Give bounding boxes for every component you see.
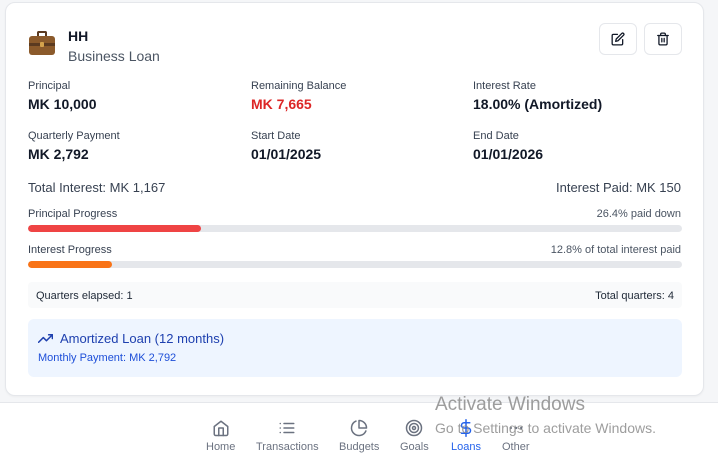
end-date-field: End Date 01/01/2026 bbox=[473, 129, 543, 162]
nav-goals[interactable]: Goals bbox=[400, 419, 429, 453]
quarterly-payment-value: MK 2,792 bbox=[28, 146, 89, 162]
principal-progress-bar bbox=[28, 225, 682, 232]
principal-progress-status: 26.4% paid down bbox=[596, 208, 681, 220]
list-icon bbox=[279, 422, 295, 434]
loan-card: HH Business Loan Principal MK 10,000 Rem… bbox=[5, 2, 704, 396]
principal-value: MK 10,000 bbox=[28, 96, 97, 112]
pie-chart-icon bbox=[350, 419, 368, 437]
interest-rate-field: Interest Rate 18.00% (Amortized) bbox=[473, 79, 602, 112]
home-icon bbox=[213, 420, 229, 437]
interest-progress-bar bbox=[28, 261, 682, 268]
remaining-balance-label: Remaining Balance bbox=[251, 80, 347, 92]
principal-progress-label: Principal Progress bbox=[28, 208, 118, 220]
edit-button[interactable] bbox=[599, 23, 637, 55]
nav-home[interactable]: Home bbox=[206, 419, 235, 453]
start-date-label: Start Date bbox=[251, 130, 301, 142]
edit-icon bbox=[611, 32, 625, 46]
total-interest: Total Interest: MK 1,167 bbox=[28, 180, 166, 195]
briefcase-icon bbox=[28, 29, 56, 57]
nav-budgets[interactable]: Budgets bbox=[339, 419, 379, 453]
interest-rate-label: Interest Rate bbox=[473, 80, 536, 92]
nav-goals-label: Goals bbox=[400, 441, 429, 453]
quarters-elapsed: Quarters elapsed: 1 bbox=[36, 290, 133, 302]
nav-transactions-label: Transactions bbox=[256, 441, 319, 453]
nav-loans[interactable]: Loans bbox=[451, 419, 481, 453]
interest-paid: Interest Paid: MK 150 bbox=[555, 180, 681, 195]
nav-home-label: Home bbox=[206, 441, 236, 453]
quarterly-payment-label: Quarterly Payment bbox=[28, 130, 120, 142]
start-date-field: Start Date 01/01/2025 bbox=[251, 129, 321, 162]
trash-icon bbox=[657, 32, 669, 46]
more-icon bbox=[509, 426, 523, 430]
amortization-title-row: Amortized Loan (12 months) bbox=[38, 331, 224, 346]
amortization-title: Amortized Loan (12 months) bbox=[60, 331, 225, 346]
interest-progress-status: 12.8% of total interest paid bbox=[550, 244, 681, 256]
remaining-balance-value: MK 7,665 bbox=[251, 96, 312, 112]
bottom-navigation: Home Transactions Budgets Goals Loans Ot… bbox=[0, 402, 718, 465]
principal-label: Principal bbox=[28, 80, 71, 92]
target-icon bbox=[406, 419, 423, 437]
loan-name: HH bbox=[68, 28, 89, 44]
loan-type: Business Loan bbox=[68, 48, 160, 64]
end-date-value: 01/01/2026 bbox=[473, 146, 544, 162]
end-date-label: End Date bbox=[473, 130, 519, 142]
nav-budgets-label: Budgets bbox=[339, 441, 380, 453]
interest-progress-fill bbox=[28, 261, 112, 268]
delete-button[interactable] bbox=[644, 23, 682, 55]
total-quarters: Total quarters: 4 bbox=[595, 290, 674, 302]
quarters-summary: Quarters elapsed: 1 Total quarters: 4 bbox=[28, 282, 682, 308]
dollar-icon bbox=[460, 419, 472, 437]
interest-rate-value: 18.00% (Amortized) bbox=[473, 96, 603, 112]
trending-up-icon bbox=[38, 334, 53, 343]
start-date-value: 01/01/2025 bbox=[251, 146, 322, 162]
amortization-panel: Amortized Loan (12 months) Monthly Payme… bbox=[28, 319, 682, 377]
nav-loans-label: Loans bbox=[451, 441, 481, 453]
nav-transactions[interactable]: Transactions bbox=[256, 419, 319, 453]
nav-other-label: Other bbox=[502, 441, 530, 453]
principal-field: Principal MK 10,000 bbox=[28, 79, 96, 112]
amortization-monthly-payment: Monthly Payment: MK 2,792 bbox=[38, 352, 177, 364]
interest-progress-label: Interest Progress bbox=[28, 244, 112, 256]
loan-header: HH Business Loan bbox=[28, 25, 160, 64]
remaining-balance-field: Remaining Balance MK 7,665 bbox=[251, 79, 346, 112]
principal-progress-fill bbox=[28, 225, 201, 232]
nav-other[interactable]: Other bbox=[502, 419, 530, 453]
quarterly-payment-field: Quarterly Payment MK 2,792 bbox=[28, 129, 120, 162]
